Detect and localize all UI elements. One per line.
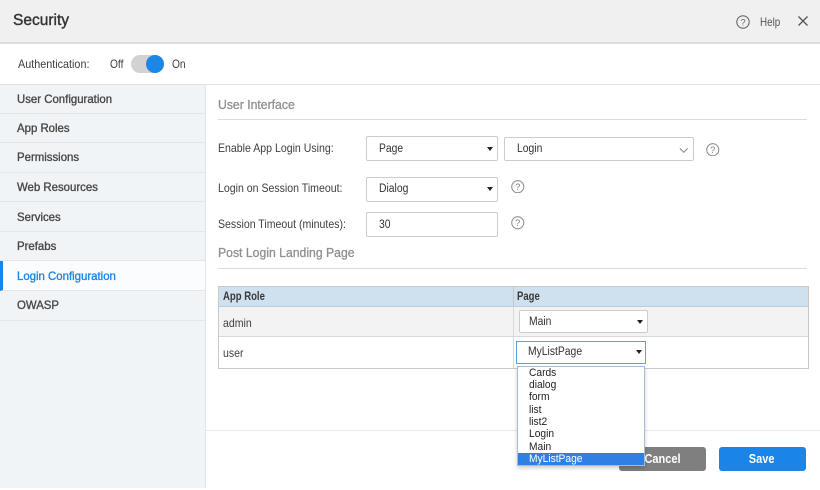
svg-text:?: ?: [740, 17, 745, 28]
svg-text:?: ?: [515, 182, 520, 192]
svg-text:?: ?: [710, 145, 715, 155]
svg-text:?: ?: [515, 218, 520, 228]
